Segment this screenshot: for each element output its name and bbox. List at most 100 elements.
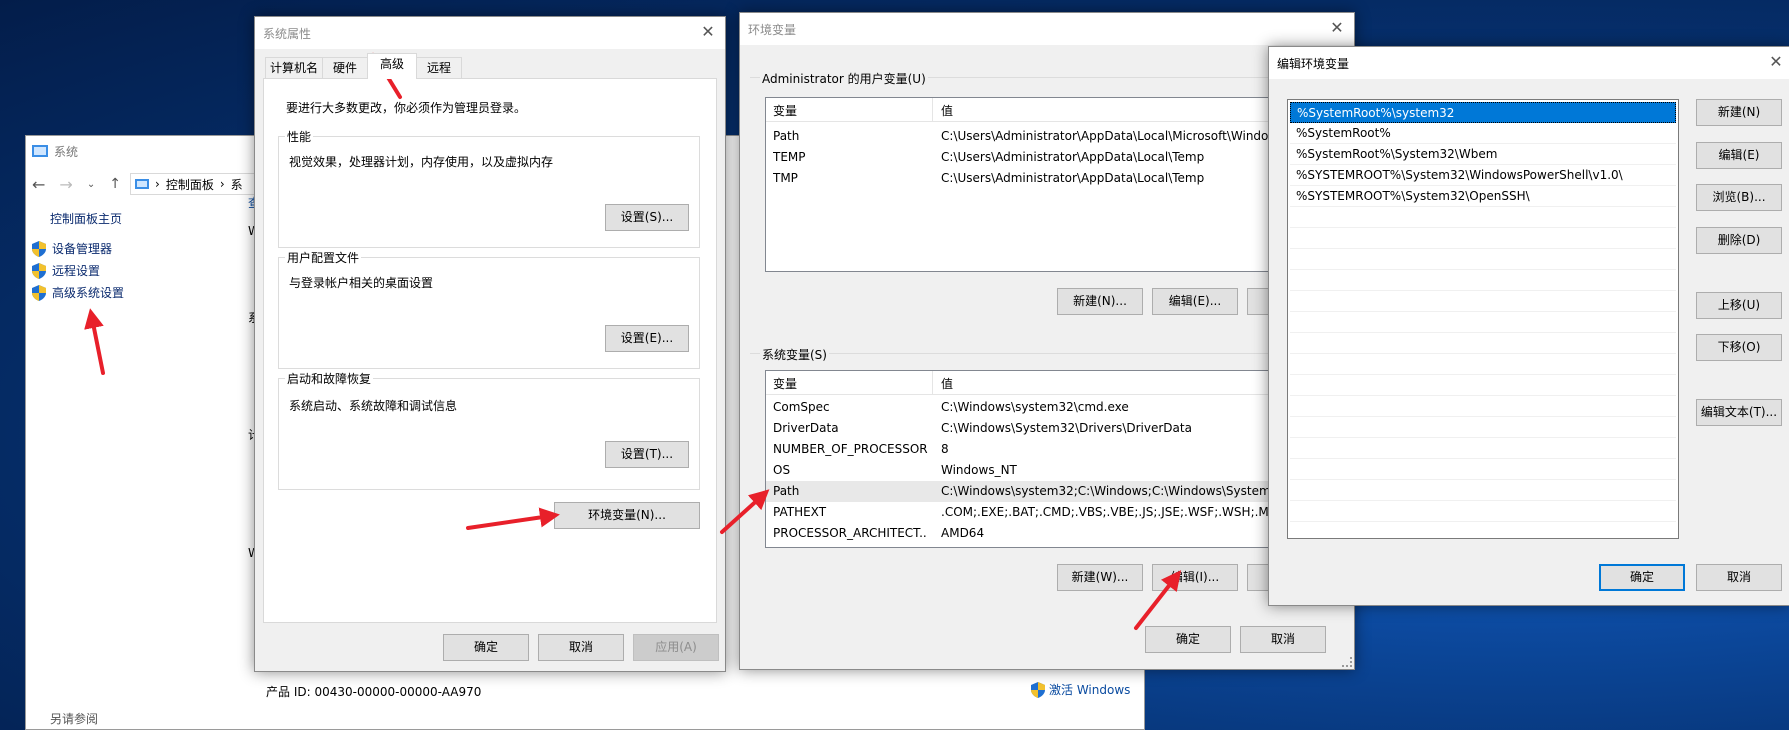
sidebar-item-device-manager[interactable]: 设备管理器 bbox=[32, 240, 112, 257]
sys-vars-label: 系统变量(S) bbox=[760, 346, 829, 363]
table-row[interactable]: DriverData C:\Windows\System32\Drivers\D… bbox=[766, 418, 1354, 439]
empty-row[interactable] bbox=[1290, 396, 1676, 417]
empty-row[interactable] bbox=[1290, 291, 1676, 312]
empty-row[interactable] bbox=[1290, 354, 1676, 375]
move-down-button[interactable]: 下移(O) bbox=[1696, 334, 1782, 361]
startup-recovery-settings-button[interactable]: 设置(T)... bbox=[605, 441, 689, 468]
table-row[interactable]: NUMBER_OF_PROCESSORS 8 bbox=[766, 439, 1354, 460]
chevron-down-icon[interactable]: ⌄ bbox=[87, 179, 95, 190]
sidebar-item-remote-settings[interactable]: 远程设置 bbox=[32, 262, 100, 279]
back-arrow-icon[interactable]: ← bbox=[32, 175, 45, 194]
table-row[interactable]: TEMP C:\Users\Administrator\AppData\Loca… bbox=[766, 147, 1354, 168]
ok-button[interactable]: 确定 bbox=[1599, 564, 1685, 591]
sidebar-item-label: 高级系统设置 bbox=[52, 286, 125, 300]
startup-recovery-group: 启动和故障恢复 系统启动、系统故障和调试信息 设置(T)... bbox=[278, 370, 700, 490]
up-arrow-icon[interactable]: ↑ bbox=[109, 176, 121, 192]
sysprops-title: 系统属性 bbox=[263, 26, 312, 41]
tab-panel: 要进行大多数更改，你必须作为管理员登录。 性能 视觉效果，处理器计划，内存使用，… bbox=[263, 78, 717, 623]
user-profiles-settings-button[interactable]: 设置(E)... bbox=[605, 325, 689, 352]
empty-row[interactable] bbox=[1290, 501, 1676, 522]
var-name: NUMBER_OF_PROCESSORS bbox=[773, 442, 928, 456]
performance-group: 性能 视觉效果，处理器计划，内存使用，以及虚拟内存 设置(S)... bbox=[278, 128, 700, 248]
system-title: 系统 bbox=[54, 144, 79, 159]
empty-row[interactable] bbox=[1290, 249, 1676, 270]
user-new-button[interactable]: 新建(N)... bbox=[1057, 288, 1143, 315]
var-name: DriverData bbox=[773, 421, 839, 435]
table-row[interactable]: ComSpec C:\Windows\system32\cmd.exe bbox=[766, 397, 1354, 418]
startup-recovery-desc: 系统启动、系统故障和调试信息 bbox=[289, 399, 458, 413]
table-row[interactable]: Path C:\Users\Administrator\AppData\Loca… bbox=[766, 126, 1354, 147]
empty-row[interactable] bbox=[1290, 228, 1676, 249]
sidebar-item-advanced-settings[interactable]: 高级系统设置 bbox=[32, 284, 124, 301]
cancel-button[interactable]: 取消 bbox=[1240, 626, 1326, 653]
product-id: 产品 ID: 00430-00000-00000-AA970 bbox=[266, 685, 482, 699]
tab-hardware[interactable]: 硬件 bbox=[322, 57, 368, 79]
shield-icon bbox=[1031, 681, 1045, 698]
edit-text-button[interactable]: 编辑文本(T)... bbox=[1696, 399, 1782, 426]
new-button[interactable]: 新建(N) bbox=[1696, 99, 1782, 126]
list-item-selected[interactable]: %SystemRoot%\system32 bbox=[1290, 102, 1676, 123]
breadcrumb-system[interactable]: 系 bbox=[231, 176, 243, 193]
table-row[interactable]: OS Windows_NT bbox=[766, 460, 1354, 481]
list-item[interactable]: %SYSTEMROOT%\System32\WindowsPowerShell\… bbox=[1290, 165, 1676, 186]
address-box[interactable]: › 控制面板 › 系 bbox=[130, 173, 270, 195]
sys-vars-table[interactable]: 变量 值 ComSpec C:\Windows\system32\cmd.exe… bbox=[765, 370, 1355, 548]
close-icon[interactable]: ✕ bbox=[699, 23, 717, 41]
apply-button[interactable]: 应用(A) bbox=[633, 634, 719, 661]
user-vars-table[interactable]: 变量 值 Path C:\Users\Administrator\AppData… bbox=[765, 97, 1355, 272]
var-name: TEMP bbox=[773, 150, 806, 164]
browse-button[interactable]: 浏览(B)... bbox=[1696, 184, 1782, 211]
col-value-header[interactable]: 值 bbox=[941, 102, 953, 119]
shield-icon bbox=[32, 240, 46, 257]
sys-new-button[interactable]: 新建(W)... bbox=[1057, 564, 1143, 591]
col-variable-header[interactable]: 变量 bbox=[773, 102, 797, 119]
move-up-button[interactable]: 上移(U) bbox=[1696, 292, 1782, 319]
empty-row[interactable] bbox=[1290, 438, 1676, 459]
cancel-button[interactable]: 取消 bbox=[1696, 564, 1782, 591]
forward-arrow-icon[interactable]: → bbox=[59, 175, 72, 194]
col-variable-header[interactable]: 变量 bbox=[773, 375, 797, 392]
ok-button[interactable]: 确定 bbox=[1145, 626, 1231, 653]
empty-row[interactable] bbox=[1290, 270, 1676, 291]
empty-row[interactable] bbox=[1290, 459, 1676, 480]
close-icon[interactable]: ✕ bbox=[1328, 19, 1346, 37]
list-item[interactable]: %SystemRoot% bbox=[1290, 123, 1676, 144]
tab-advanced[interactable]: 高级 bbox=[367, 53, 417, 79]
breadcrumb-chevron-icon: › bbox=[155, 177, 160, 191]
tab-remote[interactable]: 远程 bbox=[416, 57, 462, 79]
user-profiles-group: 用户配置文件 与登录帐户相关的桌面设置 设置(E)... bbox=[278, 249, 700, 369]
empty-row[interactable] bbox=[1290, 333, 1676, 354]
close-icon[interactable]: ✕ bbox=[1767, 53, 1785, 71]
empty-row[interactable] bbox=[1290, 207, 1676, 228]
column-divider[interactable] bbox=[932, 98, 933, 122]
sys-edit-button[interactable]: 编辑(I)... bbox=[1152, 564, 1238, 591]
startup-recovery-title: 启动和故障恢复 bbox=[285, 370, 374, 387]
breadcrumb-control-panel[interactable]: 控制面板 bbox=[166, 176, 214, 193]
sys-vars-header: 变量 值 bbox=[766, 371, 1354, 395]
edit-button[interactable]: 编辑(E) bbox=[1696, 142, 1782, 169]
table-row[interactable]: PROCESSOR_ARCHITECT... AMD64 bbox=[766, 523, 1354, 544]
column-divider[interactable] bbox=[932, 371, 933, 395]
table-row-selected[interactable]: Path C:\Windows\system32;C:\Windows;C:\W… bbox=[766, 481, 1354, 502]
delete-button[interactable]: 删除(D) bbox=[1696, 227, 1782, 254]
empty-row[interactable] bbox=[1290, 417, 1676, 438]
tab-computer-name[interactable]: 计算机名 bbox=[265, 57, 323, 79]
table-row[interactable]: TMP C:\Users\Administrator\AppData\Local… bbox=[766, 168, 1354, 189]
col-value-header[interactable]: 值 bbox=[941, 375, 953, 392]
resize-grip-icon[interactable] bbox=[1342, 657, 1352, 667]
activate-windows-link[interactable]: 激活 Windows bbox=[1031, 681, 1130, 698]
empty-row[interactable] bbox=[1290, 480, 1676, 501]
path-entries-list[interactable]: %SystemRoot%\system32 %SystemRoot% %Syst… bbox=[1287, 99, 1679, 539]
ok-button[interactable]: 确定 bbox=[443, 634, 529, 661]
empty-row[interactable] bbox=[1290, 312, 1676, 333]
empty-row[interactable] bbox=[1290, 375, 1676, 396]
performance-settings-button[interactable]: 设置(S)... bbox=[605, 204, 689, 231]
user-edit-button[interactable]: 编辑(E)... bbox=[1152, 288, 1238, 315]
cancel-button[interactable]: 取消 bbox=[538, 634, 624, 661]
control-panel-home-link[interactable]: 控制面板主页 bbox=[50, 210, 122, 227]
environment-variables-button[interactable]: 环境变量(N)... bbox=[554, 502, 700, 529]
list-item[interactable]: %SystemRoot%\System32\Wbem bbox=[1290, 144, 1676, 165]
list-item[interactable]: %SYSTEMROOT%\System32\OpenSSH\ bbox=[1290, 186, 1676, 207]
editenv-title: 编辑环境变量 bbox=[1277, 56, 1350, 71]
table-row[interactable]: PATHEXT .COM;.EXE;.BAT;.CMD;.VBS;.VBE;.J… bbox=[766, 502, 1354, 523]
